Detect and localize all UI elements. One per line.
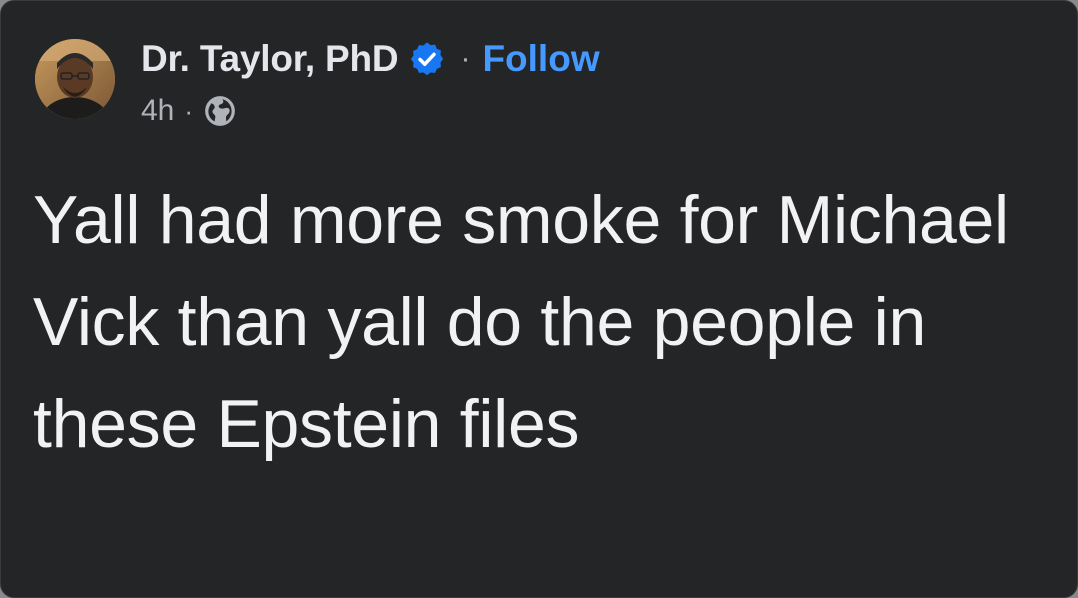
post-body-text: Yall had more smoke for Michael Vick tha… bbox=[33, 182, 1009, 462]
follow-button[interactable]: Follow bbox=[482, 38, 599, 80]
header-separator: · bbox=[460, 42, 471, 75]
verified-badge-icon bbox=[408, 40, 446, 78]
post-meta: 4h · bbox=[141, 91, 237, 131]
post-card: Dr. Taylor, PhD · Follow 4h · Yall had m… bbox=[0, 0, 1078, 598]
author-name[interactable]: Dr. Taylor, PhD bbox=[141, 38, 399, 80]
globe-icon[interactable] bbox=[203, 94, 237, 128]
meta-separator: · bbox=[184, 95, 194, 126]
post-header: Dr. Taylor, PhD · Follow bbox=[141, 35, 600, 83]
post-timestamp[interactable]: 4h bbox=[141, 94, 174, 128]
avatar-photo bbox=[35, 39, 115, 119]
author-avatar[interactable] bbox=[35, 39, 115, 119]
